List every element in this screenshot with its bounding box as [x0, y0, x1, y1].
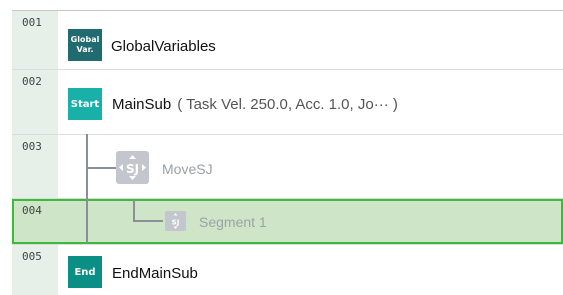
tree-connector-horizontal: [86, 167, 116, 169]
sj-segment-icon: SJ: [165, 211, 186, 231]
program-line-global-variables[interactable]: 001 Global Var. GlobalVariables: [12, 11, 563, 69]
line-number: 001: [22, 16, 42, 29]
command-params: ( Task Vel. 250.0, Acc. 1.0, Jo··· ): [177, 96, 398, 113]
command-label: EndMainSub: [112, 265, 198, 282]
command-label: GlobalVariables: [111, 38, 216, 55]
command-label: MainSub ( Task Vel. 250.0, Acc. 1.0, Jo··…: [112, 96, 398, 113]
program-line-main-sub[interactable]: 002 Start MainSub ( Task Vel. 250.0, Acc.…: [12, 70, 563, 133]
svg-text:SJ: SJ: [126, 162, 139, 176]
tree-connector-child-horizontal: [133, 220, 163, 222]
sj-motion-icon: SJ: [116, 151, 149, 184]
end-badge: End: [68, 256, 102, 288]
program-line-segment-selected[interactable]: 004 SJ Segment 1: [12, 199, 563, 244]
svg-text:SJ: SJ: [172, 219, 180, 227]
line-number: 003: [22, 140, 42, 153]
badge-text-line2: Var.: [76, 45, 94, 54]
command-label: MoveSJ: [162, 161, 213, 177]
program-line-end-main-sub[interactable]: 005 End EndMainSub: [12, 245, 563, 295]
command-label: Segment 1: [199, 214, 267, 230]
line-number: 005: [22, 250, 42, 263]
command-name: MainSub: [112, 96, 172, 113]
global-var-badge: Global Var.: [68, 29, 102, 61]
line-number: 004: [22, 204, 42, 217]
tree-connector-vertical: [86, 134, 88, 243]
tree-connector-child-vertical: [133, 200, 135, 221]
badge-text-line1: Global: [70, 35, 100, 44]
badge-text: End: [74, 266, 96, 278]
line-number: 002: [22, 75, 42, 88]
start-badge: Start: [68, 88, 102, 120]
program-editor: 001 Global Var. GlobalVariables 002 Star…: [0, 0, 563, 295]
badge-text: Start: [70, 98, 100, 110]
